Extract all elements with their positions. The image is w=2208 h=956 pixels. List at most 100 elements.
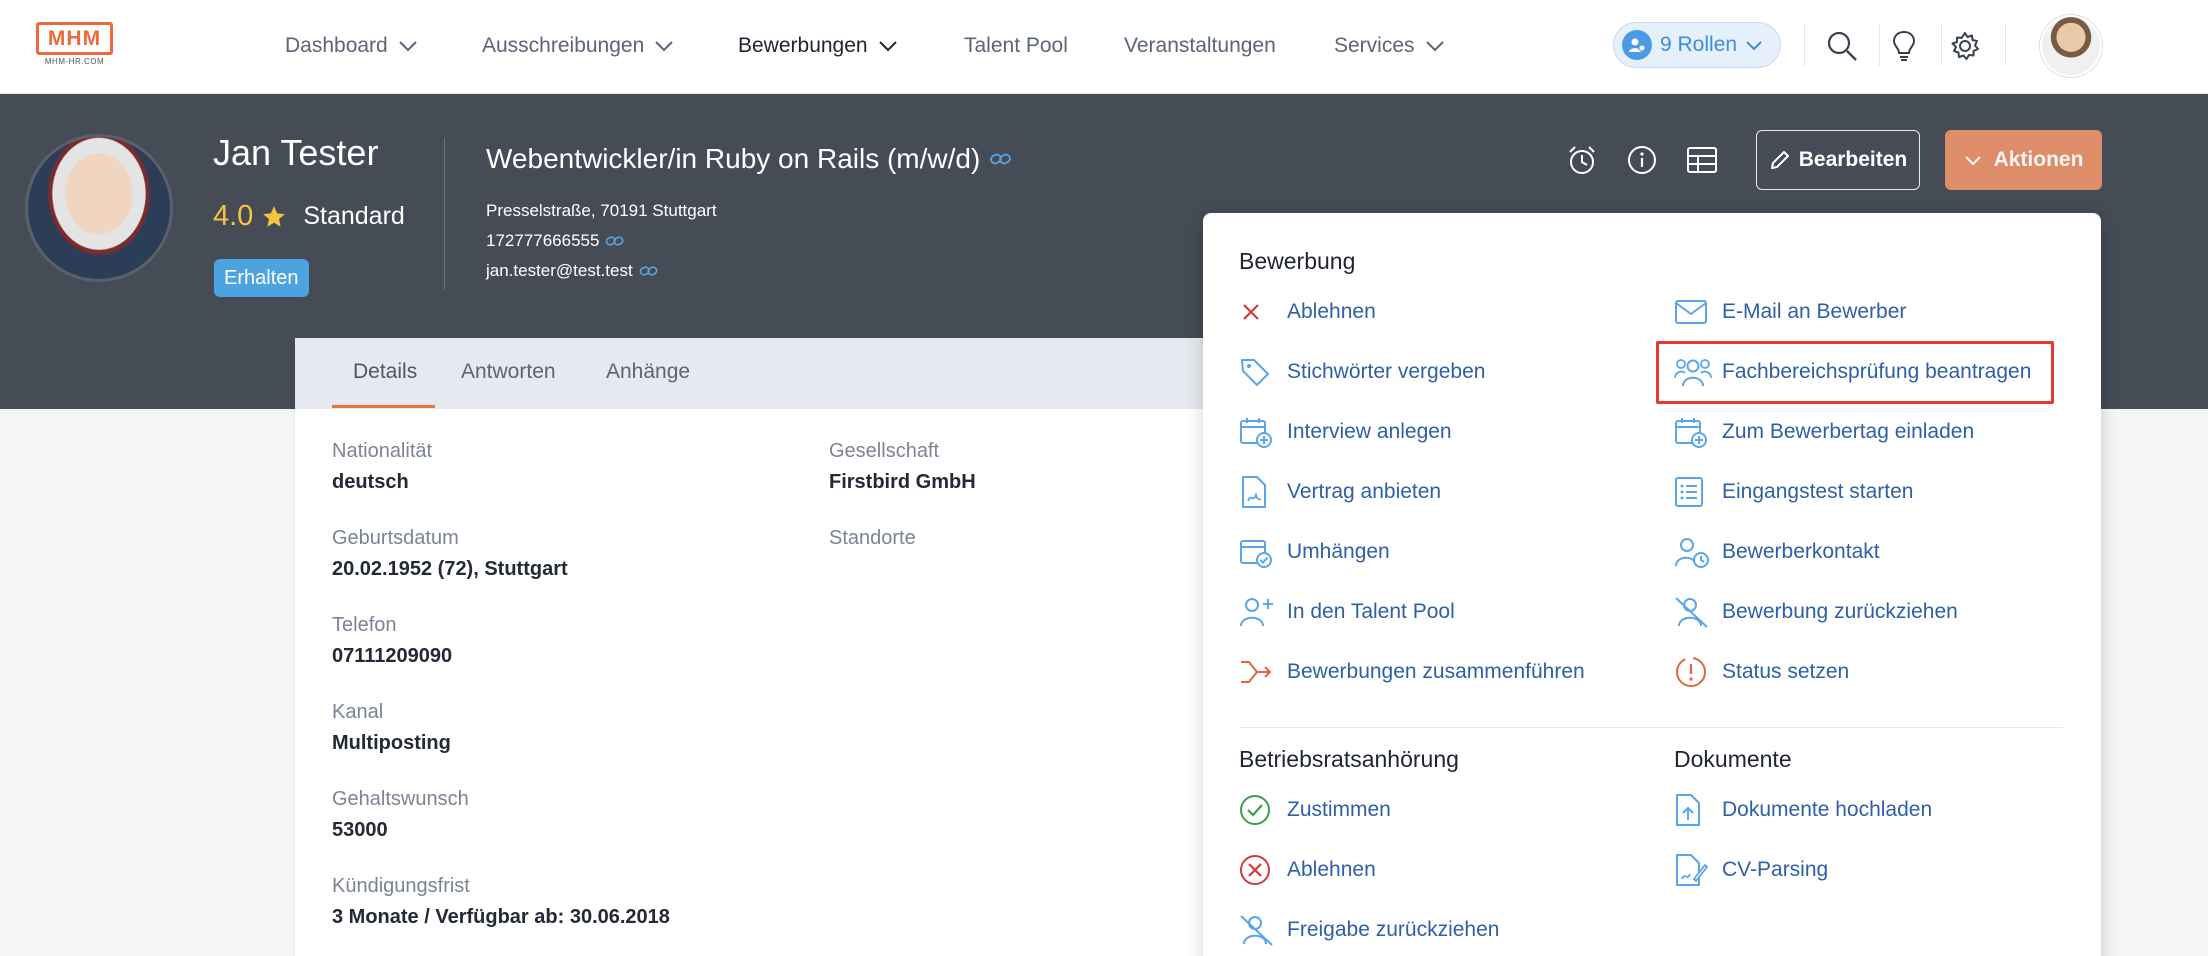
actions-button-label: Aktionen [1993,148,2084,171]
menu-dokumente-hochladen[interactable]: Dokumente hochladen [1674,790,1932,830]
menu-label: Eingangstest starten [1722,480,1914,503]
link-icon[interactable] [605,235,625,247]
nav-veranstaltungen[interactable]: Veranstaltungen [1124,28,1276,64]
menu-freigabe-zurueckziehen[interactable]: Freigabe zurückziehen [1239,910,1499,950]
roles-selector[interactable]: 9 Rollen [1613,22,1781,68]
menu-br-ablehnen[interactable]: Ablehnen [1239,850,1376,890]
field-value-phone: 07111209090 [332,645,453,667]
menu-status-setzen[interactable]: Status setzen [1674,652,1849,692]
field-value-channel: Multiposting [332,732,451,754]
roles-label: 9 Rollen [1660,33,1738,56]
menu-label: Umhängen [1287,540,1390,563]
menu-zustimmen[interactable]: Zustimmen [1239,790,1391,830]
menu-zusammenfuehren[interactable]: Bewerbungen zusammenführen [1239,652,1585,692]
field-label-locations: Standorte [829,527,916,549]
x-circle-icon [1239,851,1277,889]
chevron-down-icon [878,41,897,52]
status-badge[interactable]: Erhalten [214,259,309,297]
menu-interview[interactable]: Interview anlegen [1239,412,1452,452]
mhm-logo[interactable]: MHM MHM-HR.COM [36,22,113,68]
actions-dropdown: Bewerbung Ablehnen Stichwörter vergeben … [1203,213,2101,956]
users-icon [1674,353,1712,391]
menu-label: Status setzen [1722,660,1850,683]
tag-icon [1239,353,1277,391]
divider [1879,24,1880,66]
nav-ausschreibungen[interactable]: Ausschreibungen [482,28,674,64]
menu-ablehnen[interactable]: Ablehnen [1239,292,1376,332]
menu-vertrag[interactable]: Vertrag anbieten [1239,472,1441,512]
candidate-photo [25,134,173,282]
check-circle-icon [1239,791,1277,829]
menu-label: Bewerbung zurückziehen [1722,600,1958,623]
user-avatar[interactable] [2040,15,2102,77]
menu-label: Freigabe zurückziehen [1287,918,1500,941]
edit-button-label: Bearbeiten [1798,148,1908,171]
calendar-plus-icon [1674,413,1712,451]
tab-details[interactable]: Details [353,360,417,384]
menu-bewerberkontakt[interactable]: Bewerberkontakt [1674,532,1880,572]
job-title-text: Webentwickler/in Ruby on Rails (m/w/d) [486,143,981,174]
nav-dashboard-label: Dashboard [285,34,388,57]
alarm-clock-icon[interactable] [1564,142,1600,178]
candidate-rating: 4.0 Standard [213,200,405,233]
field-label-phone: Telefon [332,614,397,636]
chevron-down-icon [1746,40,1762,50]
rating-value: 4.0 [213,200,254,232]
menu-bewerbung-zurueckziehen[interactable]: Bewerbung zurückziehen [1674,592,1958,632]
candidate-name: Jan Tester [213,132,379,173]
chevron-down-icon [1425,41,1444,52]
tab-antworten[interactable]: Antworten [461,360,556,384]
top-navigation: MHM MHM-HR.COM Dashboard Ausschreibungen… [0,0,2208,94]
menu-email[interactable]: E-Mail an Bewerber [1674,292,1906,332]
menu-fachbereichspruefung[interactable]: Fachbereichsprüfung beantragen [1674,352,2031,392]
field-label-notice: Kündigungsfrist [332,875,470,897]
nav-dashboard[interactable]: Dashboard [285,28,418,64]
divider [1941,24,1942,66]
menu-label: Bewerbungen zusammenführen [1287,660,1585,683]
menu-umhaengen[interactable]: Umhängen [1239,532,1390,572]
details-card: Details Antworten Anhänge Nationalität d… [295,338,1295,956]
field-value-nationality: deutsch [332,471,409,493]
section-dokumente: Dokumente [1674,746,1792,772]
user-slash-icon [1674,593,1712,631]
gear-icon[interactable] [1946,27,1984,65]
link-icon[interactable] [639,265,659,277]
user-plus-icon [1239,593,1277,631]
menu-eingangstest[interactable]: Eingangstest starten [1674,472,1913,512]
menu-label: Zustimmen [1287,798,1391,821]
actions-button[interactable]: Aktionen [1945,130,2102,190]
nav-talent-pool[interactable]: Talent Pool [964,28,1068,64]
upload-doc-icon [1674,791,1712,829]
edit-button[interactable]: Bearbeiten [1756,130,1920,190]
divider [2005,24,2006,66]
chevron-down-icon [1964,155,1981,165]
job-title[interactable]: Webentwickler/in Ruby on Rails (m/w/d) [486,143,1012,175]
info-icon[interactable] [1624,142,1660,178]
menu-cv-parsing[interactable]: CV-Parsing [1674,850,1828,890]
menu-bewerbertag[interactable]: Zum Bewerbertag einladen [1674,412,1974,452]
field-value-notice: 3 Monate / Verfügbar ab: 30.06.2018 [332,906,670,928]
nav-ausschreibungen-label: Ausschreibungen [482,34,645,57]
menu-label: Bewerberkontakt [1722,540,1880,563]
nav-services-label: Services [1334,34,1415,57]
candidate-email-text: jan.tester@test.test [486,261,633,280]
tab-anhaenge[interactable]: Anhänge [606,360,690,384]
table-icon[interactable] [1684,142,1720,178]
lightbulb-icon[interactable] [1885,27,1923,65]
candidate-phone-text: 172777666555 [486,231,600,250]
menu-label: In den Talent Pool [1287,600,1455,623]
logo-mark: MHM [36,22,113,55]
nav-services[interactable]: Services [1334,28,1445,64]
chevron-down-icon [399,41,417,52]
field-value-company: Firstbird GmbH [829,471,976,493]
menu-label: Ablehnen [1287,300,1376,323]
link-icon[interactable] [990,152,1012,166]
field-label-channel: Kanal [332,701,384,723]
contract-icon [1239,473,1277,511]
menu-stichwoerter[interactable]: Stichwörter vergeben [1239,352,1485,392]
search-icon[interactable] [1823,27,1861,65]
checklist-icon [1674,473,1712,511]
menu-talent-pool[interactable]: In den Talent Pool [1239,592,1455,632]
nav-bewerbungen[interactable]: Bewerbungen [738,28,898,64]
cv-parse-icon [1674,851,1712,889]
